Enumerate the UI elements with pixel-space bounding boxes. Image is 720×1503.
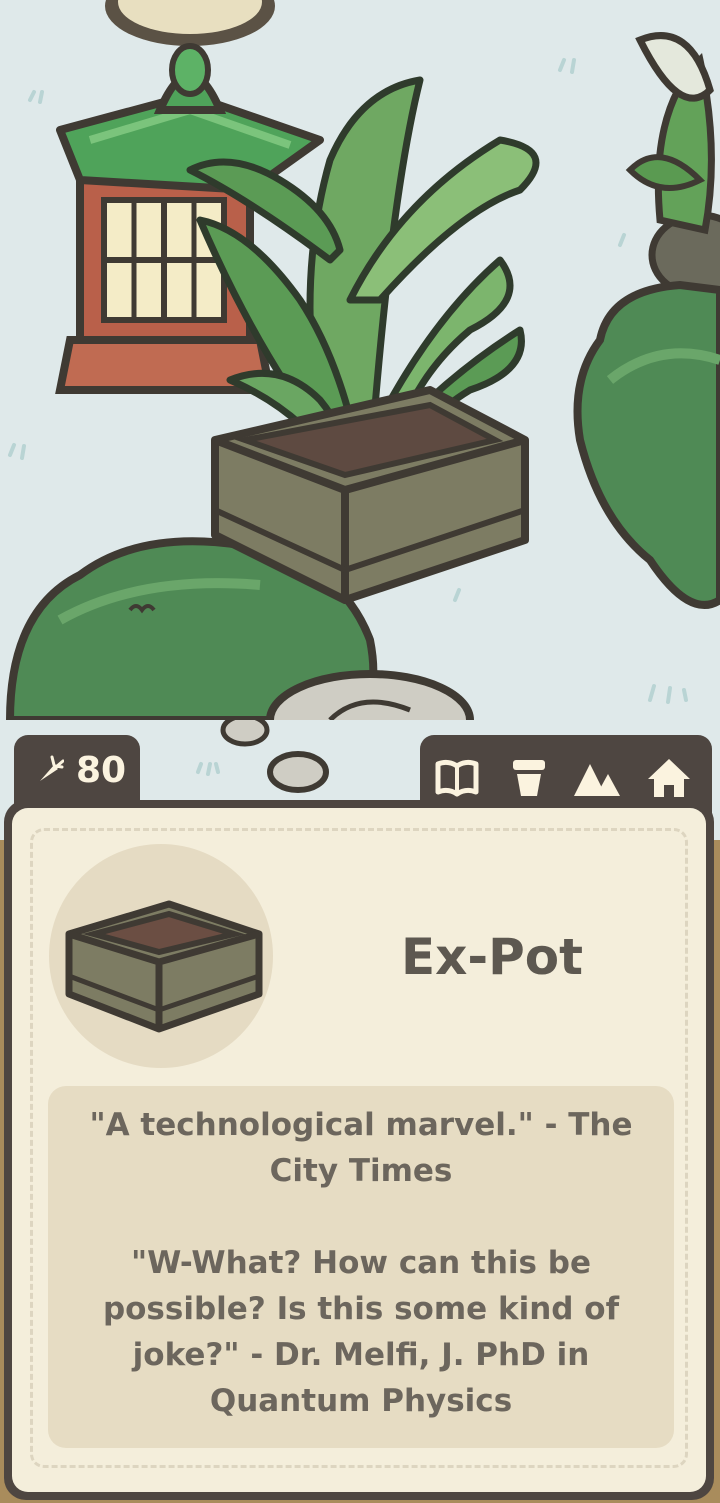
garden-scene	[0, 0, 720, 720]
item-icon-frame	[49, 844, 273, 1068]
book-icon[interactable]	[432, 753, 482, 803]
description-quote-1: "A technological marvel." - The City Tim…	[89, 1107, 633, 1189]
pot-icon[interactable]	[504, 753, 554, 803]
ex-pot-icon	[65, 900, 263, 1033]
item-description: "A technological marvel." - The City Tim…	[48, 1086, 674, 1448]
carrot-icon	[36, 755, 65, 789]
item-detail-panel: Ex-Pot "A technological marvel." - The C…	[4, 800, 714, 1500]
mountain-icon[interactable]	[572, 753, 622, 803]
item-detail-card: Ex-Pot "A technological marvel." - The C…	[12, 808, 706, 1492]
carrot-count: 80	[76, 750, 127, 791]
home-icon[interactable]	[644, 753, 694, 803]
description-quote-2: "W-What? How can this be possible? Is th…	[102, 1245, 620, 1419]
item-name: Ex-Pot	[400, 928, 584, 986]
inventory-area: 80 Ex-Pot "A technological marvel." - Th…	[0, 720, 720, 1503]
